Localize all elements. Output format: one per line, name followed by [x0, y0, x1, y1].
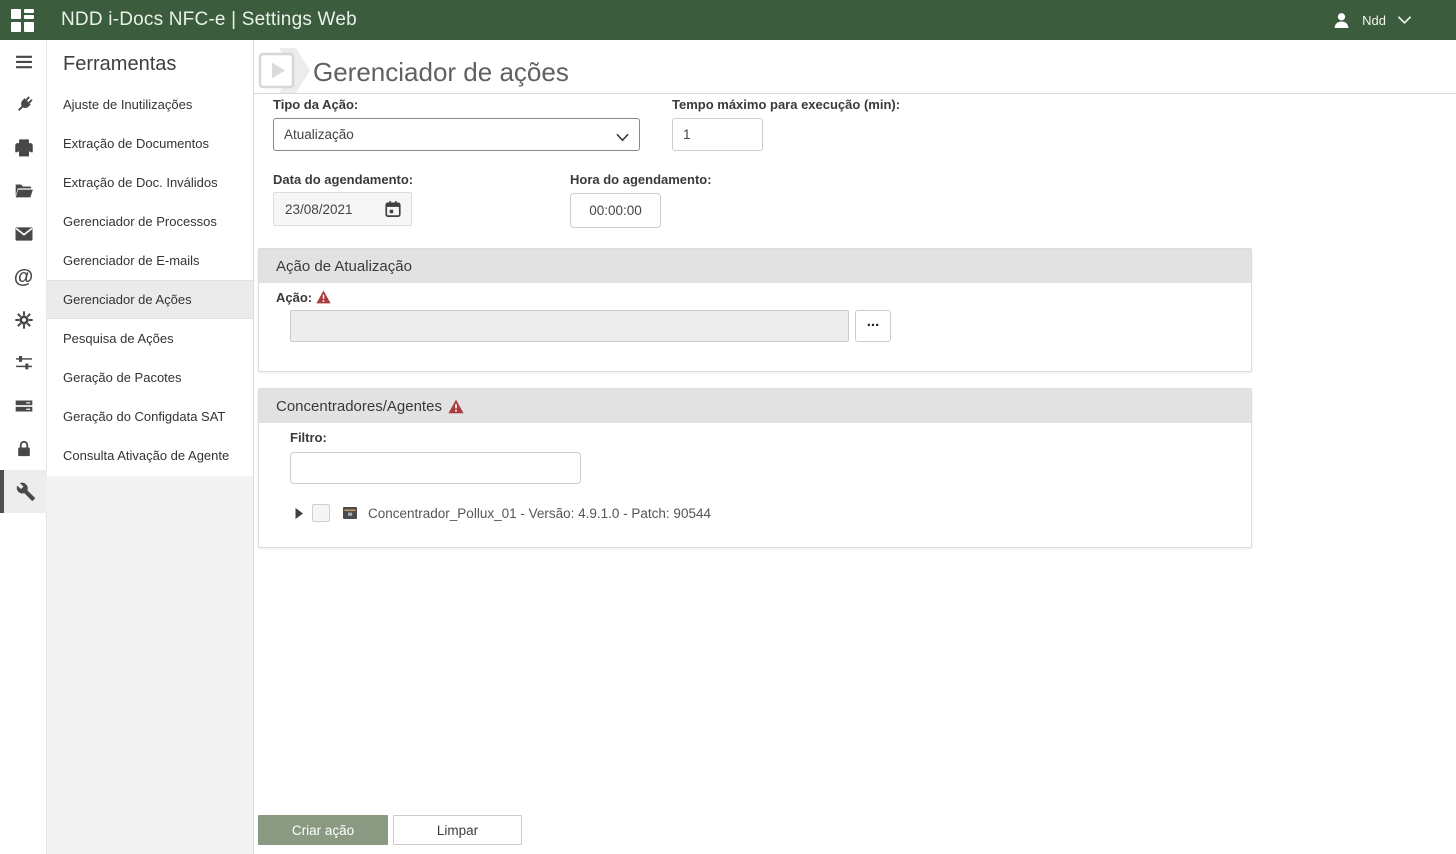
- sidebar-item-gerenciador-processos[interactable]: Gerenciador de Processos: [47, 202, 253, 241]
- panel-acao-atualizacao: Ação de Atualização Ação: ...: [258, 248, 1252, 372]
- data-agendamento-label: Data do agendamento:: [273, 172, 414, 187]
- sidebar-item-gerenciador-emails[interactable]: Gerenciador de E-mails: [47, 241, 253, 280]
- sidebar-item-consulta-ativacao-agente[interactable]: Consulta Ativação de Agente: [47, 436, 253, 475]
- sliders-icon[interactable]: [0, 341, 47, 384]
- app-title: NDD i-Docs NFC-e | Settings Web: [61, 9, 357, 30]
- concentrador-icon: [342, 505, 358, 521]
- at-sign-icon[interactable]: @: [0, 255, 47, 298]
- criar-acao-button[interactable]: Criar ação: [258, 815, 388, 845]
- lock-icon[interactable]: [0, 427, 47, 470]
- sidebar: Ferramentas Ajuste de Inutilizações Extr…: [47, 40, 254, 854]
- user-name: Ndd: [1362, 12, 1386, 28]
- tipo-acao-label: Tipo da Ação:: [273, 97, 359, 112]
- sidebar-item-geracao-configdata-sat[interactable]: Geração do Configdata SAT: [47, 397, 253, 436]
- limpar-button[interactable]: Limpar: [393, 815, 522, 845]
- warning-icon: [316, 290, 331, 307]
- sidebar-item-gerenciador-acoes[interactable]: Gerenciador de Ações: [47, 280, 253, 319]
- filtro-label: Filtro:: [290, 430, 327, 445]
- panel-concentradores-header: Concentradores/Agentes: [259, 389, 1251, 423]
- tree-item-label: Concentrador_Pollux_01 - Versão: 4.9.1.0…: [368, 505, 711, 521]
- printer-icon[interactable]: [0, 126, 47, 169]
- user-icon: [1332, 11, 1351, 30]
- envelope-icon[interactable]: [0, 212, 47, 255]
- tree-row: Concentrador_Pollux_01 - Versão: 4.9.1.0…: [294, 504, 711, 522]
- sidebar-item-ajuste-inutilizacoes[interactable]: Ajuste de Inutilizações: [47, 85, 253, 124]
- sidebar-menu: Ferramentas Ajuste de Inutilizações Extr…: [47, 40, 253, 476]
- sidebar-item-extracao-documentos[interactable]: Extração de Documentos: [47, 124, 253, 163]
- panel-concentradores-title: Concentradores/Agentes: [276, 397, 442, 415]
- icon-rail: @: [0, 40, 47, 854]
- server-icon[interactable]: [0, 384, 47, 427]
- sidebar-item-extracao-doc-invalidos[interactable]: Extração de Doc. Inválidos: [47, 163, 253, 202]
- tree-expand-icon[interactable]: [294, 507, 304, 519]
- page-title: Gerenciador de ações: [313, 57, 569, 87]
- chevron-down-icon: [1397, 15, 1412, 25]
- tree-checkbox[interactable]: [312, 504, 330, 522]
- acao-label: Ação:: [276, 290, 331, 307]
- panel-acao-title: Ação de Atualização: [276, 257, 412, 275]
- tipo-acao-select[interactable]: Atualização: [273, 118, 640, 151]
- gear-icon[interactable]: [0, 298, 47, 341]
- hora-agendamento-input[interactable]: [570, 193, 661, 228]
- title-divider: [254, 93, 1456, 94]
- acao-browse-button[interactable]: ...: [855, 310, 891, 342]
- sidebar-title: Ferramentas: [63, 53, 177, 75]
- page-title-icon: [258, 48, 310, 98]
- warning-icon: [448, 399, 464, 414]
- panel-acao-header: Ação de Atualização: [259, 249, 1251, 283]
- calendar-icon[interactable]: [384, 200, 402, 218]
- filtro-input[interactable]: [290, 452, 581, 484]
- app-header: NDD i-Docs NFC-e | Settings Web Ndd: [0, 0, 1456, 40]
- plug-icon[interactable]: [0, 83, 47, 126]
- wrench-icon[interactable]: [0, 470, 47, 513]
- apps-grid-icon[interactable]: [11, 8, 34, 32]
- data-agendamento-input[interactable]: 23/08/2021: [273, 192, 412, 226]
- menu-icon[interactable]: [0, 40, 47, 83]
- user-menu[interactable]: Ndd: [1332, 0, 1412, 40]
- panel-concentradores-agentes: Concentradores/Agentes Filtro: Concentra…: [258, 388, 1252, 548]
- tempo-maximo-input[interactable]: [672, 118, 763, 151]
- acao-input[interactable]: [290, 310, 849, 342]
- sidebar-item-pesquisa-acoes[interactable]: Pesquisa de Ações: [47, 319, 253, 358]
- data-agendamento-value: 23/08/2021: [285, 201, 353, 217]
- tempo-maximo-label: Tempo máximo para execução (min):: [672, 97, 901, 112]
- main-content: Gerenciador de ações Tipo da Ação: Atual…: [254, 40, 1456, 854]
- hora-agendamento-label: Hora do agendamento:: [570, 172, 712, 187]
- sidebar-item-geracao-pacotes[interactable]: Geração de Pacotes: [47, 358, 253, 397]
- folder-open-icon[interactable]: [0, 169, 47, 212]
